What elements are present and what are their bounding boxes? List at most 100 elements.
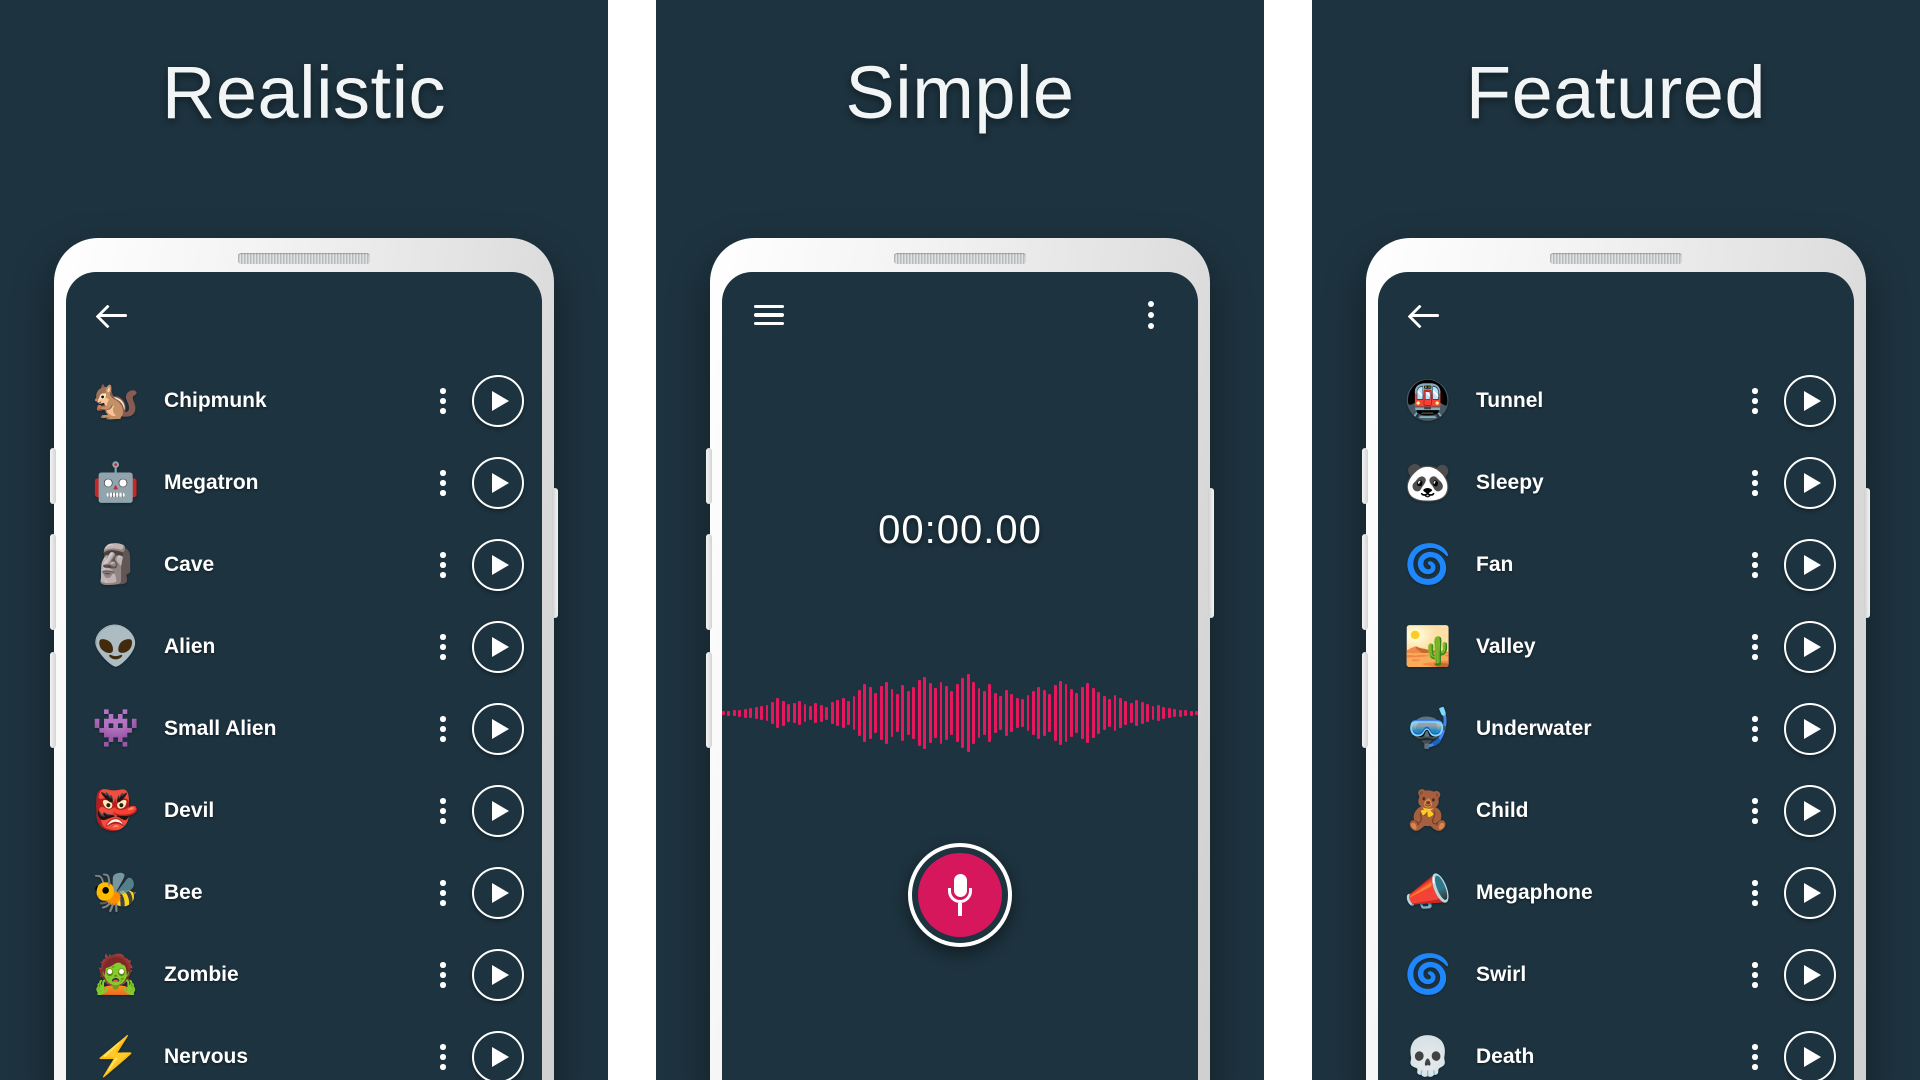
earpiece-speaker (894, 253, 1026, 264)
list-item[interactable]: 👺 Devil (66, 770, 542, 852)
play-button[interactable] (1784, 457, 1836, 509)
waveform-bar (993, 693, 997, 733)
waveform-bar (1124, 701, 1128, 725)
record-button[interactable] (908, 843, 1012, 947)
phone-volume-up-button (1362, 534, 1368, 630)
play-button[interactable] (1784, 867, 1836, 919)
overflow-menu-icon[interactable] (426, 962, 460, 988)
megaphone-emoji: 📣 (1404, 872, 1452, 914)
list-item[interactable]: 🤖 Megatron (66, 442, 542, 524)
list-item[interactable]: 🧟 Zombie (66, 934, 542, 1016)
list-item-label: Tunnel (1476, 389, 1544, 412)
overflow-menu-icon[interactable] (1738, 716, 1772, 742)
play-button[interactable] (1784, 785, 1836, 837)
play-button[interactable] (1784, 621, 1836, 673)
list-item[interactable]: 🧸 Child (1378, 770, 1854, 852)
sleepy-panda-emoji: 🐼 (1404, 462, 1452, 504)
list-item[interactable]: 🗿 Cave (66, 524, 542, 606)
waveform-bar (738, 709, 742, 717)
list-item[interactable]: 🚇 Tunnel (1378, 360, 1854, 442)
play-icon (1804, 965, 1821, 985)
waveform-bar (912, 687, 916, 739)
waveform-bar (885, 682, 889, 744)
waveform-bar (819, 704, 823, 722)
play-button[interactable] (1784, 375, 1836, 427)
list-item[interactable]: 👾 Small Alien (66, 688, 542, 770)
overflow-menu-icon[interactable] (1738, 962, 1772, 988)
play-button[interactable] (472, 539, 524, 591)
waveform-bar (857, 690, 861, 736)
play-button[interactable] (472, 621, 524, 673)
list-item[interactable]: 🌀 Swirl (1378, 934, 1854, 1016)
overflow-menu-icon[interactable] (1738, 798, 1772, 824)
play-button[interactable] (472, 949, 524, 1001)
play-button[interactable] (1784, 539, 1836, 591)
overflow-menu-button[interactable] (1130, 294, 1172, 336)
play-button[interactable] (1784, 703, 1836, 755)
overflow-menu-icon[interactable] (1738, 1044, 1772, 1070)
waveform-bar (749, 708, 753, 718)
play-button[interactable] (472, 785, 524, 837)
play-button[interactable] (1784, 949, 1836, 1001)
overflow-menu-icon[interactable] (426, 716, 460, 742)
list-item[interactable]: 🐼 Sleepy (1378, 442, 1854, 524)
overflow-menu-icon[interactable] (426, 798, 460, 824)
overflow-menu-icon[interactable] (1738, 552, 1772, 578)
panel-realistic: Realistic 🐿️ Chipmunk 🤖 Megatron 🗿 Cave … (0, 0, 608, 1080)
panel-divider (1264, 0, 1312, 1080)
menu-button[interactable] (748, 294, 790, 336)
waveform-bar (1118, 698, 1122, 728)
waveform-bar (781, 700, 785, 726)
waveform-bar (787, 704, 791, 722)
recorder-screen: 00:00.00 (722, 358, 1198, 1080)
list-item-label: Death (1476, 1045, 1535, 1068)
cave-emoji: 🗿 (92, 544, 140, 586)
phone-power-button (1208, 488, 1214, 618)
overflow-menu-icon[interactable] (1738, 880, 1772, 906)
waveform-bar (1178, 709, 1182, 717)
play-button[interactable] (472, 703, 524, 755)
list-item[interactable]: ⚡ Nervous (66, 1016, 542, 1080)
overflow-menu-icon[interactable] (426, 634, 460, 660)
play-button[interactable] (472, 1031, 524, 1080)
overflow-menu-icon[interactable] (1738, 388, 1772, 414)
bee-emoji: 🐝 (92, 872, 140, 914)
list-item[interactable]: 👽 Alien (66, 606, 542, 688)
overflow-menu-icon[interactable] (426, 1044, 460, 1070)
list-item[interactable]: 🏜️ Valley (1378, 606, 1854, 688)
play-icon (492, 555, 509, 575)
phone-screen: 00:00.00 (722, 272, 1198, 1080)
back-button[interactable] (92, 294, 134, 336)
waveform-bar (770, 702, 774, 724)
play-button[interactable] (472, 375, 524, 427)
back-button[interactable] (1404, 294, 1446, 336)
overflow-menu-icon[interactable] (1738, 470, 1772, 496)
list-item[interactable]: 📣 Megaphone (1378, 852, 1854, 934)
waveform-bar (1086, 683, 1090, 743)
waveform-bar (836, 700, 840, 726)
waveform-bar (934, 688, 937, 738)
waveform-bar (765, 705, 769, 721)
list-item[interactable]: 🐝 Bee (66, 852, 542, 934)
overflow-menu-icon[interactable] (426, 470, 460, 496)
waveform-bar (722, 711, 725, 715)
list-item[interactable]: 🤿 Underwater (1378, 688, 1854, 770)
waveform-bar (1151, 706, 1155, 720)
waveform-bar (1135, 700, 1139, 726)
play-button[interactable] (472, 457, 524, 509)
overflow-menu-icon[interactable] (426, 880, 460, 906)
overflow-menu-icon[interactable] (426, 388, 460, 414)
play-button[interactable] (472, 867, 524, 919)
back-arrow-icon (98, 302, 128, 328)
waveform-bar (1015, 698, 1019, 728)
waveform-bar (841, 698, 845, 728)
list-item[interactable]: 🌀 Fan (1378, 524, 1854, 606)
play-button[interactable] (1784, 1031, 1836, 1080)
waveform-bar (1140, 702, 1144, 724)
overflow-menu-icon[interactable] (426, 552, 460, 578)
list-item[interactable]: 🐿️ Chipmunk (66, 360, 542, 442)
nervous-emoji: ⚡ (92, 1036, 140, 1078)
play-icon (1804, 555, 1821, 575)
list-item[interactable]: 💀 Death (1378, 1016, 1854, 1080)
overflow-menu-icon[interactable] (1738, 634, 1772, 660)
